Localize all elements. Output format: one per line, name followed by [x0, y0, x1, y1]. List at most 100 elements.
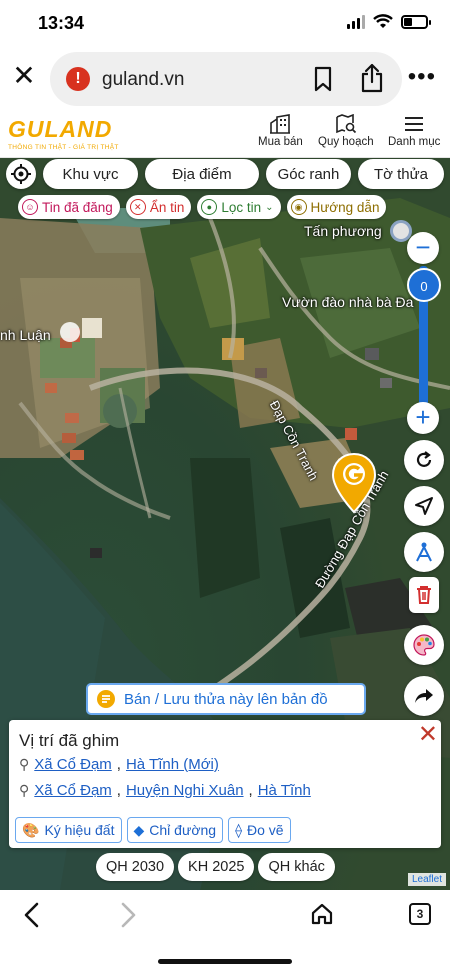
- compass-icon: ⟠: [235, 821, 243, 838]
- chip-plot[interactable]: Tờ thửa: [358, 159, 444, 189]
- measure-button[interactable]: ⟠ Đo vẽ: [228, 817, 291, 843]
- temple-icon[interactable]: [60, 322, 80, 342]
- more-options-icon[interactable]: •••: [408, 65, 436, 89]
- browser-bottom-bar: 3: [0, 890, 450, 974]
- action-label: Chỉ đường: [149, 822, 217, 838]
- trash-icon: [417, 586, 431, 604]
- palette-icon: 🎨: [22, 821, 40, 838]
- logo[interactable]: GULAND THÔNG TIN THẬT - GIÁ TRỊ THẬT: [8, 116, 119, 151]
- emoji-icon: ☺: [22, 199, 38, 215]
- chip-kh-2025[interactable]: KH 2025: [178, 853, 255, 881]
- pin-icon: ⚲: [19, 756, 30, 772]
- close-circle-icon: ✕: [129, 199, 146, 215]
- home-icon[interactable]: [310, 902, 334, 926]
- close-panel-icon[interactable]: ✕: [418, 720, 438, 749]
- url-text[interactable]: guland.vn: [102, 69, 184, 91]
- status-icons: [347, 14, 431, 29]
- app-header: GULAND THÔNG TIN THẬT - GIÁ TRỊ THẬT Mua…: [0, 110, 450, 158]
- filter-icon: ●: [201, 199, 218, 215]
- nav-buy-sell[interactable]: Mua bán: [258, 114, 303, 148]
- chip-qh-2030[interactable]: QH 2030: [96, 853, 175, 881]
- warning-icon[interactable]: !: [66, 67, 90, 91]
- map-label-vuon-dao: Vườn đào nhà bà Đa: [282, 294, 414, 310]
- navigation-arrow-icon: [415, 497, 433, 515]
- link-district[interactable]: Huyện Nghi Xuân: [126, 782, 244, 799]
- nav-label: Mua bán: [258, 136, 303, 148]
- nav-planning[interactable]: Quy hoạch: [318, 114, 374, 148]
- nav-label: Danh mục: [388, 136, 441, 148]
- filter-posted[interactable]: ☺ Tin đã đăng: [18, 195, 120, 219]
- directions-icon: ◆: [133, 821, 145, 838]
- link-province[interactable]: Hà Tĩnh (Mới): [126, 756, 219, 773]
- home-indicator: [158, 959, 292, 964]
- zoom-level-handle[interactable]: 0: [407, 268, 441, 302]
- address-new: ⚲ Xã Cổ Đạm, Hà Tĩnh (Mới): [19, 756, 219, 773]
- sell-save-plot-button[interactable]: Bán / Lưu thửa này lên bản đồ: [86, 683, 366, 715]
- palette-button[interactable]: [404, 625, 444, 665]
- action-label: Ký hiệu đất: [44, 822, 115, 838]
- filter-guide[interactable]: ◉ Hướng dẫn: [286, 195, 387, 219]
- back-icon[interactable]: [22, 902, 42, 928]
- chip-corner[interactable]: Góc ranh: [266, 159, 351, 189]
- menu-icon: [405, 117, 424, 131]
- map-pin-icon[interactable]: [331, 452, 377, 514]
- wifi-icon: [373, 14, 393, 28]
- browser-toolbar: ✕ ! guland.vn •••: [0, 48, 450, 110]
- action-label: Đo vẽ: [247, 822, 284, 838]
- nav-label: Quy hoạch: [318, 136, 374, 148]
- search-chip-row: Khu vực Địa điểm Góc ranh Tờ thửa: [6, 159, 444, 189]
- zoom-in-button[interactable]: +: [407, 402, 439, 434]
- listing-icon: [97, 690, 115, 708]
- pinned-location-panel: Vị trí đã ghim ✕ ⚲ Xã Cổ Đạm, Hà Tĩnh (M…: [9, 720, 441, 848]
- refresh-icon: [416, 451, 432, 467]
- locate-button[interactable]: [6, 159, 36, 189]
- logo-text: GULAND: [8, 116, 113, 142]
- status-bar: 13:34: [0, 0, 450, 48]
- chip-qh-other[interactable]: QH khác: [258, 853, 335, 881]
- sell-button-label: Bán / Lưu thửa này lên bản đồ: [124, 690, 328, 708]
- link-province[interactable]: Hà Tĩnh: [258, 782, 311, 799]
- delete-button[interactable]: [409, 577, 439, 613]
- map-attribution[interactable]: Leaflet: [407, 873, 446, 886]
- guide-icon: ◉: [290, 199, 307, 215]
- address-old: ⚲ Xã Cổ Đạm, Huyện Nghi Xuân, Hà Tĩnh: [19, 782, 311, 799]
- measure-tool-button[interactable]: [404, 532, 444, 572]
- building-icon: [270, 114, 291, 134]
- chevron-down-icon: ⌄: [265, 201, 274, 213]
- filter-hide[interactable]: ✕ Ẩn tin: [125, 195, 192, 219]
- link-commune[interactable]: Xã Cổ Đạm: [34, 782, 112, 799]
- filter-row: ☺ Tin đã đăng ✕ Ẩn tin ● Lọc tin ⌄ ◉ Hướ…: [18, 195, 387, 219]
- navigate-button[interactable]: [404, 486, 444, 526]
- compass-icon: [416, 542, 432, 562]
- chip-area[interactable]: Khu vực: [43, 159, 138, 189]
- filter-label: Hướng dẫn: [310, 199, 380, 215]
- status-time: 13:34: [38, 13, 85, 33]
- refresh-button[interactable]: [404, 440, 444, 480]
- nav-menu[interactable]: Danh mục: [388, 114, 440, 148]
- map-label-tan-phuong: Tấn phương: [304, 223, 382, 239]
- crosshair-icon: [11, 164, 31, 184]
- filter-label: Tin đã đăng: [42, 199, 113, 215]
- close-icon[interactable]: ✕: [10, 62, 38, 90]
- map-label-luan: nh Luận: [0, 327, 51, 343]
- share-icon[interactable]: [360, 63, 384, 93]
- forward-arrow-icon: [415, 689, 433, 703]
- address-bar[interactable]: ! guland.vn: [50, 52, 402, 106]
- panel-title: Vị trí đã ghim: [19, 731, 120, 750]
- chip-place[interactable]: Địa điểm: [145, 159, 259, 189]
- plan-chip-row: QH 2030 KH 2025 QH khác: [96, 853, 335, 881]
- land-symbols-button[interactable]: 🎨 Ký hiệu đất: [15, 817, 122, 843]
- bookmark-icon[interactable]: [313, 66, 333, 92]
- palette-icon: [413, 634, 435, 656]
- signal-icon: [347, 14, 365, 29]
- tab-count[interactable]: 3: [409, 903, 431, 925]
- logo-tagline: THÔNG TIN THẬT - GIÁ TRỊ THẬT: [8, 144, 119, 151]
- forward-icon[interactable]: [118, 902, 138, 928]
- share-location-button[interactable]: [404, 676, 444, 716]
- zoom-out-button[interactable]: −: [407, 232, 439, 264]
- link-commune[interactable]: Xã Cổ Đạm: [34, 756, 112, 773]
- filter-listings[interactable]: ● Lọc tin ⌄: [197, 195, 281, 219]
- directions-button[interactable]: ◆ Chỉ đường: [126, 817, 224, 843]
- filter-label: Ẩn tin: [149, 199, 185, 215]
- pin-icon: ⚲: [19, 782, 30, 798]
